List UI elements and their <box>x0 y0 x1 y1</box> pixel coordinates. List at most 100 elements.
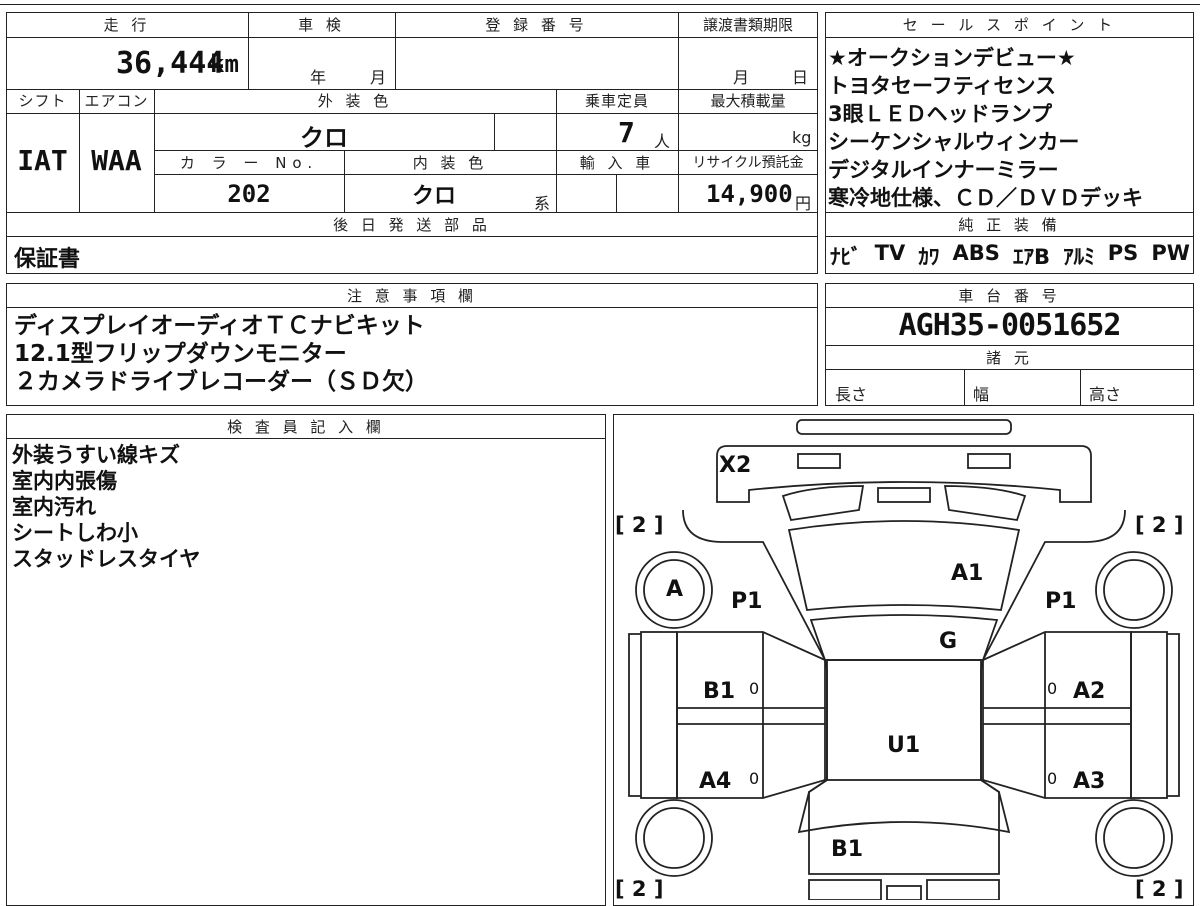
label-a1: A1 <box>951 561 983 586</box>
equipment-ps: PS <box>1107 241 1139 265</box>
roof-shape <box>826 659 982 781</box>
label-x2: X2 <box>719 453 751 478</box>
capacity-unit: 人 <box>654 132 671 151</box>
inspection-header: 車 検 <box>298 16 345 34</box>
interior-color-header: 内 装 色 <box>412 154 488 172</box>
headlight-right-shape <box>967 453 1011 469</box>
zero-mark-a4: 0 <box>749 769 759 788</box>
chassis-number-header: 車 台 番 号 <box>958 287 1061 305</box>
shift-value: IAT <box>17 144 68 177</box>
max-load-header: 最大積載量 <box>710 92 786 110</box>
tire-tread-rr: [ 2 ] <box>1135 877 1183 900</box>
tire-tread-fl: [ 2 ] <box>615 513 663 537</box>
inspection-year-label: 年 <box>310 68 327 87</box>
sales-point-item: 寒冷地仕様、ＣＤ／ＤＶＤデッキ <box>828 186 1143 210</box>
mileage-value: 36,444 <box>116 46 225 81</box>
note-line: 12.1型フリップダウンモニター <box>14 341 347 367</box>
label-p1-left: P1 <box>731 589 762 614</box>
inspection-month-label: 月 <box>370 68 387 87</box>
inspector-header: 検 査 員 記 入 欄 <box>227 418 385 436</box>
recycle-fee-header: リサイクル預託金 <box>692 155 804 171</box>
specs-header: 諸 元 <box>986 349 1033 367</box>
mileage-header: 走 行 <box>103 16 151 34</box>
deadline-month-label: 月 <box>733 68 750 87</box>
front-bumper-shape <box>796 419 1012 435</box>
label-b1-rear: B1 <box>831 837 863 862</box>
top-border <box>0 4 1200 5</box>
registration-header: 登 録 番 号 <box>485 16 588 34</box>
rear-window-shape <box>797 779 1011 834</box>
tire-tread-fr: [ 2 ] <box>1135 513 1183 537</box>
exterior-color-value: クロ <box>300 124 348 152</box>
deadline-day-label: 日 <box>792 68 809 87</box>
emblem-shape <box>877 487 931 503</box>
label-p1-right: P1 <box>1045 589 1076 614</box>
max-load-unit: kg <box>792 128 812 147</box>
notes-list: ディスプレイオーディオＴＣナビキット 12.1型フリップダウンモニター ２カメラ… <box>14 312 428 396</box>
grille-right-shape <box>943 485 1027 522</box>
headlight-left-shape <box>797 453 841 469</box>
sales-point-item: ★オークションデビュー★ <box>828 46 1076 70</box>
equipment-pw: PW <box>1151 241 1190 265</box>
zero-mark-b1: 0 <box>749 679 759 698</box>
spec-height-label: 高さ <box>1089 385 1122 404</box>
genuine-equipment-list: ﾅﾋﾞ TV ｶﾜ ABS ｴｱB ｱﾙﾐ PS PW <box>830 241 1190 271</box>
interior-color-value: クロ <box>411 184 456 209</box>
wheel-rl-shape <box>635 799 713 877</box>
tire-tread-rl: [ 2 ] <box>615 877 663 900</box>
equipment-alloy: ｱﾙﾐ <box>1063 245 1095 269</box>
left-sill-shape <box>628 633 641 797</box>
aircon-value: WAA <box>91 144 142 177</box>
notes-header: 注 意 事 項 欄 <box>346 287 478 305</box>
zero-mark-a3: 0 <box>1047 769 1057 788</box>
interior-color-suffix: 系 <box>534 194 551 213</box>
note-line: ２カメラドライブレコーダー（ＳＤ欠） <box>14 369 428 395</box>
label-a4: A4 <box>699 769 731 794</box>
left-pillar-shape <box>640 631 678 799</box>
roof-front-shape <box>809 614 999 661</box>
label-a2: A2 <box>1073 679 1105 704</box>
label-g: G <box>939 629 957 654</box>
import-header: 輸 入 車 <box>579 154 655 172</box>
equipment-navi: ﾅﾋﾞ <box>830 245 862 269</box>
recycle-fee-value: 14,900 <box>706 180 793 208</box>
exterior-color-header: 外 装 色 <box>317 92 393 110</box>
wheel-fr-shape <box>1095 551 1173 629</box>
spec-width-label: 幅 <box>973 385 990 404</box>
label-a: A <box>666 577 683 602</box>
shift-header: シフト <box>18 92 67 110</box>
zero-mark-a2: 0 <box>1047 679 1057 698</box>
inspector-note: 外装うすい線キズ <box>12 443 180 467</box>
capacity-header: 乗車定員 <box>584 92 649 110</box>
rear-bumper-right-shape <box>926 879 1000 900</box>
aircon-header: エアコン <box>84 92 149 110</box>
spec-length-label: 長さ <box>835 385 868 404</box>
color-no-header: カ ラ ー No. <box>179 154 319 172</box>
label-a3: A3 <box>1073 769 1105 794</box>
equipment-tv: TV <box>874 241 906 265</box>
recycle-fee-unit: 円 <box>795 194 812 213</box>
sales-point-item: シーケンシャルウィンカー <box>828 130 1080 154</box>
right-pillar-shape <box>1130 631 1168 799</box>
mileage-unit: km <box>210 50 239 78</box>
transfer-deadline-header: 譲渡書類期限 <box>702 16 793 34</box>
equipment-leather: ｶﾜ <box>918 245 940 269</box>
grille-left-shape <box>781 485 865 522</box>
wheel-rr-shape <box>1095 799 1173 877</box>
sales-point-item: デジタルインナーミラー <box>828 158 1059 182</box>
rear-bumper-left-shape <box>808 879 882 900</box>
equipment-abs: ABS <box>952 241 1000 265</box>
car-diagram-svg: X2 A1 A P1 P1 G B1 A2 U1 A4 A3 B1 [ 2 ] … <box>615 419 1183 900</box>
sales-point-item: 3眼ＬＥＤヘッドランプ <box>828 102 1052 126</box>
later-parts-value: 保証書 <box>14 247 81 272</box>
note-line: ディスプレイオーディオＴＣナビキット <box>14 313 425 339</box>
chassis-number-value: AGH35-0051652 <box>898 308 1122 343</box>
capacity-value: 7 <box>618 116 635 149</box>
inspector-note: スタッドレスタイヤ <box>12 547 201 571</box>
right-sill-shape <box>1167 633 1180 797</box>
sales-points-list: ★オークションデビュー★ トヨタセーフティセンス 3眼ＬＥＤヘッドランプ シーケ… <box>828 44 1192 212</box>
windshield-shape <box>787 520 1021 611</box>
inspector-note: 室内汚れ <box>12 495 96 519</box>
sales-point-item: トヨタセーフティセンス <box>828 74 1057 98</box>
label-b1-left: B1 <box>703 679 735 704</box>
